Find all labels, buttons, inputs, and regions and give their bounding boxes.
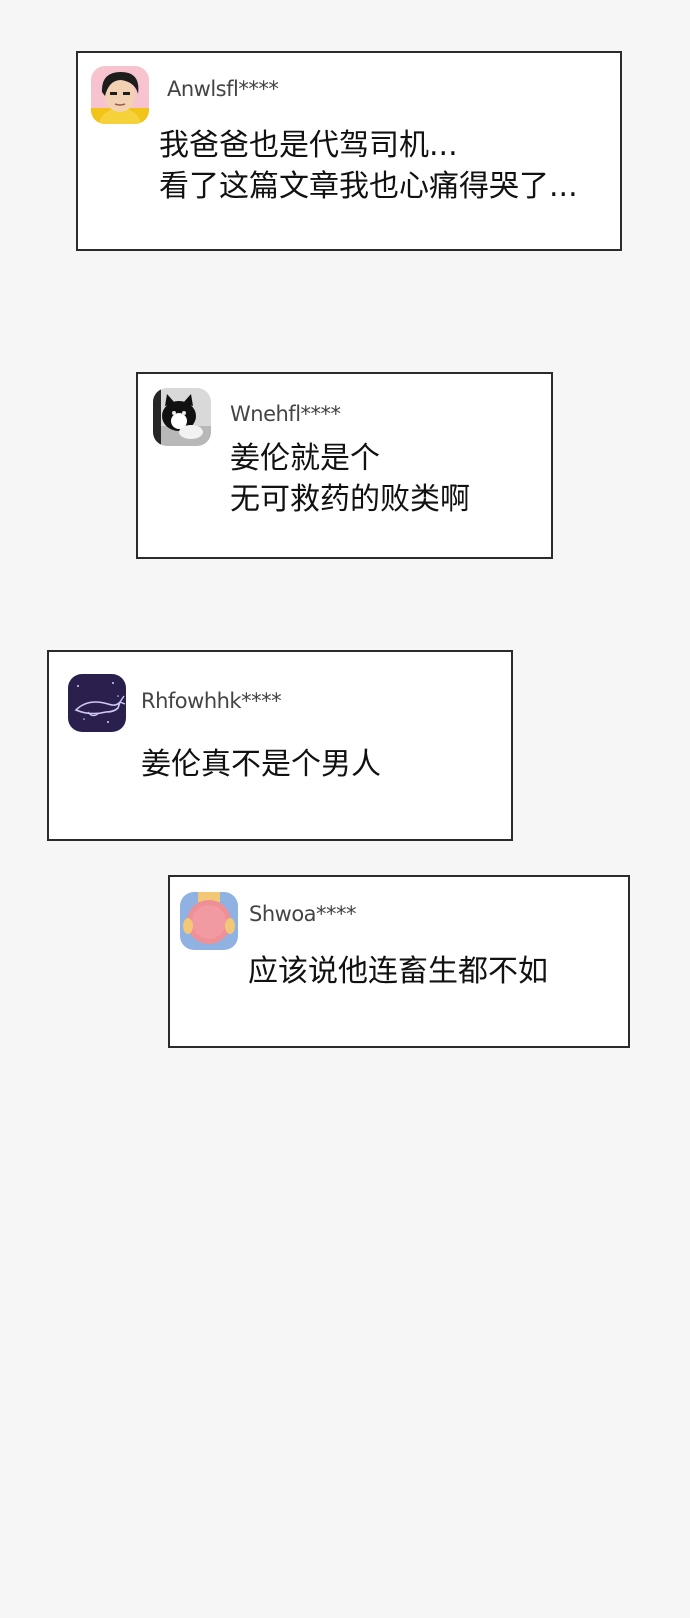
comment-username: Shwoa**** bbox=[249, 902, 357, 926]
comment-line: 看了这篇文章我也心痛得哭了... bbox=[159, 169, 578, 204]
comment-card: Wnehfl**** 姜伦就是个 无可救药的败类啊 bbox=[136, 372, 553, 559]
comment-line: 姜伦就是个 bbox=[230, 441, 380, 476]
whale-avatar-icon bbox=[68, 674, 126, 732]
comment-body: 姜伦真不是个男人 bbox=[141, 744, 381, 785]
comment-body: 我爸爸也是代驾司机... 看了这篇文章我也心痛得哭了... bbox=[159, 125, 578, 207]
comment-body: 姜伦就是个 无可救药的败类啊 bbox=[230, 438, 470, 520]
comment-card: Rhfowhhk**** 姜伦真不是个男人 bbox=[47, 650, 513, 841]
comment-username: Wnehfl**** bbox=[230, 402, 341, 426]
comment-username: Rhfowhhk**** bbox=[141, 689, 282, 713]
comment-line: 应该说他连畜生都不如 bbox=[248, 954, 548, 989]
comment-line: 姜伦真不是个男人 bbox=[141, 747, 381, 782]
comment-line: 我爸爸也是代驾司机... bbox=[159, 128, 458, 163]
black-white-cat-avatar-icon bbox=[153, 388, 211, 446]
comment-card: Shwoa**** 应该说他连畜生都不如 bbox=[168, 875, 630, 1048]
comment-card: Anwlsfl**** 我爸爸也是代驾司机... 看了这篇文章我也心痛得哭了..… bbox=[76, 51, 622, 251]
pink-character-avatar-icon bbox=[180, 892, 238, 950]
comment-body: 应该说他连畜生都不如 bbox=[248, 951, 548, 992]
comment-line: 无可救药的败类啊 bbox=[230, 482, 470, 517]
comment-username: Anwlsfl**** bbox=[167, 77, 279, 101]
cartoon-boy-avatar-icon bbox=[91, 66, 149, 124]
